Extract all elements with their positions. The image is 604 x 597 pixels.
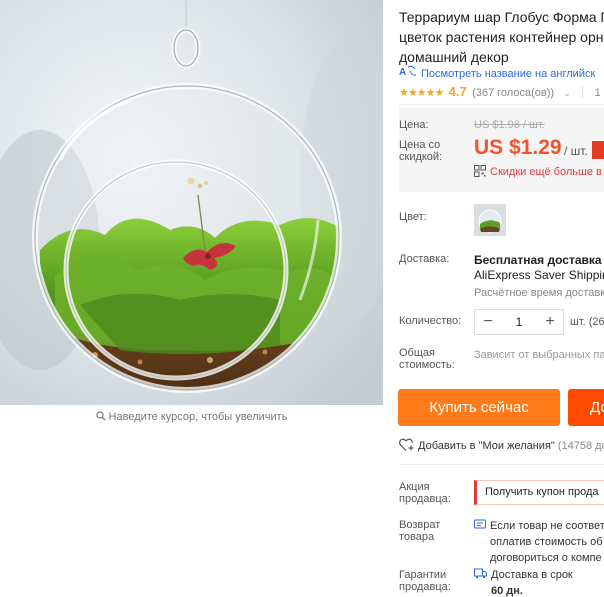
return-policy: Если товар не соответ оплатив стоимость … [474, 518, 604, 566]
shipping-option[interactable]: Бесплатная доставка в [474, 253, 604, 267]
qr-code-icon [474, 165, 486, 177]
discount-price-label: Цена со скидкой: [399, 139, 443, 163]
quantity-stepper: − 1 + [474, 309, 564, 335]
add-to-wishlist-link[interactable]: Добавить в "Мои желания" (14758 до [399, 438, 604, 452]
price-label: Цена: [399, 119, 429, 131]
quantity-available: шт. (26 [570, 316, 604, 328]
color-label: Цвет: [399, 211, 427, 223]
return-icon [474, 519, 486, 530]
total-label: Общая стоимость: [399, 347, 455, 371]
total-value: Зависит от выбранных пара [474, 349, 604, 361]
seller-guarantee: Доставка в срок 60 дн. [474, 567, 573, 597]
zoom-hint: Наведите курсор, чтобы увеличить [0, 411, 383, 424]
terrarium-globe-illustration [0, 0, 383, 405]
buy-now-button[interactable]: Купить сейчас [398, 389, 560, 426]
return-line: договориться о компе [490, 552, 602, 564]
seller-promo-label: Акция продавца: [399, 481, 451, 505]
wishlist-count: (14758 до [557, 440, 604, 452]
shipping-method: AliExpress Saver Shippin [474, 268, 604, 282]
heart-plus-icon [399, 438, 415, 452]
product-title-line: цветок растения контейнер орн [399, 29, 604, 45]
divider [399, 464, 604, 465]
divider [399, 104, 604, 105]
translate-link-text: Посмотреть название на английск [421, 68, 596, 80]
guarantee-days: 60 дн. [491, 585, 523, 597]
wishlist-text: Добавить в "Мои желания" [418, 440, 555, 452]
sale-badge [592, 141, 604, 159]
quantity-increase-button[interactable]: + [537, 310, 563, 334]
price-block: Цена: US $1.98 / шт. Цена со скидкой: US… [399, 108, 604, 192]
product-title-line: Террариум шар Глобус Форма П [399, 9, 604, 25]
product-info-panel: Террариум шар Глобус Форма П цветок раст… [383, 0, 604, 597]
more-discounts-link[interactable]: Скидки ещё больше в [474, 165, 602, 178]
rating-value: 4.7 [448, 84, 467, 99]
return-label: Возврат товара [399, 519, 441, 543]
rating-divider [582, 86, 584, 98]
shipping-label: Доставка: [399, 253, 450, 265]
guarantee-label: Гарантии продавца: [399, 569, 451, 593]
current-price: US $1.29 [474, 136, 562, 159]
return-line: оплатив стоимость об [490, 536, 603, 548]
product-main-image[interactable] [0, 0, 383, 405]
magnifier-icon [95, 411, 106, 424]
quantity-input[interactable]: 1 [501, 315, 537, 329]
return-line: Если товар не соответ [490, 520, 604, 532]
svg-text:A: A [399, 67, 406, 77]
translate-title-link[interactable]: A Посмотреть название на английск [399, 65, 595, 80]
shipping-estimate: Расчётное время доставк [474, 287, 604, 299]
rating-votes[interactable]: (367 голоса(ов)) [472, 87, 554, 99]
more-discounts-text: Скидки ещё больше в [490, 166, 602, 178]
orders-count: 1 [594, 87, 601, 99]
delivery-clock-icon [474, 568, 487, 579]
rating-row: ★★★★★ 4.7 (367 голоса(ов)) ⌄ 1 [399, 84, 601, 99]
rating-stars: ★★★★★ [399, 87, 444, 99]
product-title-line: домашний декор [399, 49, 509, 65]
get-coupon-button[interactable]: Получить купон прода [474, 480, 604, 505]
price-unit: / шт. [564, 144, 588, 158]
add-to-cart-button[interactable]: До [568, 389, 604, 426]
guarantee-line: Доставка в срок [491, 569, 573, 581]
chevron-down-icon[interactable]: ⌄ [563, 88, 571, 98]
zoom-hint-text: Наведите курсор, чтобы увеличить [108, 411, 288, 423]
old-price: US $1.98 / шт. [474, 119, 545, 131]
color-option-thumbnail[interactable] [474, 204, 506, 236]
quantity-decrease-button[interactable]: − [475, 310, 501, 334]
product-gallery: Наведите курсор, чтобы увеличить [0, 0, 383, 597]
translate-icon: A [399, 65, 421, 80]
product-title: Террариум шар Глобус Форма П цветок раст… [399, 7, 604, 67]
quantity-label: Количество: [399, 315, 462, 327]
